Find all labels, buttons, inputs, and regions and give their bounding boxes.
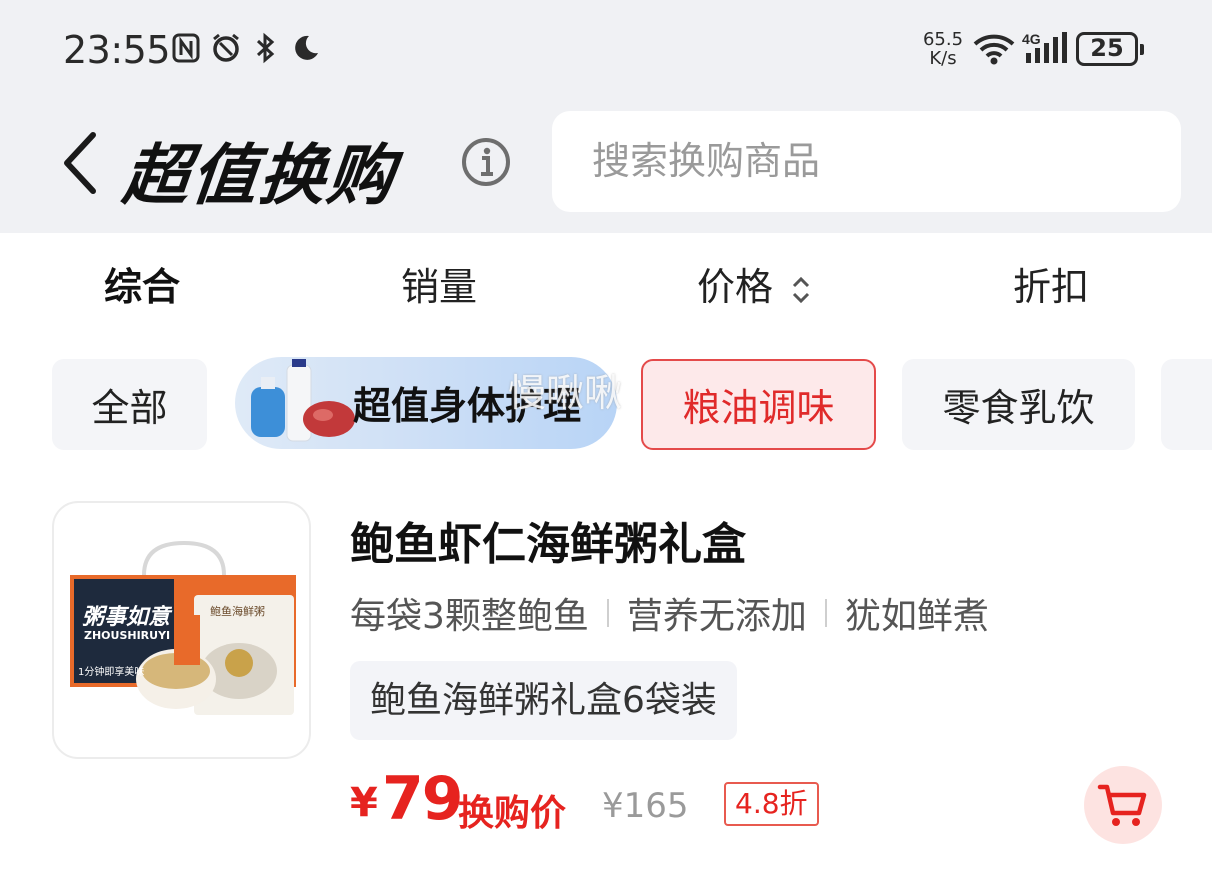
network-speed-unit: K/s xyxy=(929,48,957,69)
product-features: 每袋3颗整鲍鱼 营养无添加 犹如鲜煮 xyxy=(350,587,989,639)
watermark-text: 慢啾啾 xyxy=(508,371,623,415)
page-title: 超值换购 xyxy=(119,137,400,214)
search-box[interactable] xyxy=(552,111,1181,212)
sort-bar: 综合 销量 价格 折扣 xyxy=(0,240,1212,325)
product-feature: 犹如鲜煮 xyxy=(844,596,989,637)
sort-tab-sales[interactable]: 销量 xyxy=(401,256,477,311)
exchange-price-label: 换购价 xyxy=(458,793,567,834)
status-icons-left xyxy=(170,32,322,64)
search-input[interactable] xyxy=(592,137,1152,185)
alarm-off-icon xyxy=(210,32,242,64)
category-chip-grain-oil[interactable]: 粮油调味 xyxy=(641,359,876,450)
do-not-disturb-moon-icon xyxy=(290,32,322,64)
wifi-icon xyxy=(972,32,1016,70)
network-speed: 65.5 K/s xyxy=(920,30,966,68)
product-image[interactable]: 粥事如意 ZHOUSHIRUYI 1分钟即享美味 鲍鱼海鲜粥 xyxy=(52,501,311,759)
discount-badge: 4.8折 xyxy=(724,782,819,826)
network-speed-value: 65.5 xyxy=(922,29,964,50)
network-type-label: 4G xyxy=(1022,31,1041,47)
info-icon[interactable] xyxy=(460,136,512,188)
sort-tab-price-label: 价格 xyxy=(697,265,774,309)
battery-indicator: 25 xyxy=(1076,32,1144,66)
product-title[interactable]: 鲍鱼虾仁海鲜粥礼盒 xyxy=(350,508,746,572)
back-button[interactable] xyxy=(56,128,106,198)
cellular-signal-icon: 4G xyxy=(1022,31,1070,69)
price-currency-symbol: ¥ xyxy=(350,780,378,826)
sort-toggle-icon xyxy=(793,276,810,303)
body-care-products-image xyxy=(251,359,355,442)
feature-divider xyxy=(824,599,827,627)
nfc-icon xyxy=(170,32,202,64)
category-chip-snacks[interactable]: 零食乳饮 xyxy=(902,359,1135,450)
chevron-left-icon xyxy=(64,132,96,194)
product-spec-tag: 鲍鱼海鲜粥礼盒6袋装 xyxy=(350,661,737,740)
add-to-cart-button[interactable] xyxy=(1084,766,1162,844)
feature-divider xyxy=(606,599,609,627)
status-bar: 23:55 65.5 K/s 4G 25 xyxy=(0,0,1212,100)
status-time: 23:55 xyxy=(63,28,171,72)
product-feature: 营养无添加 xyxy=(626,596,807,637)
bluetooth-icon xyxy=(250,32,282,64)
sort-tab-comprehensive[interactable]: 综合 xyxy=(104,256,180,311)
exchange-price: 79 xyxy=(382,764,463,834)
cart-icon xyxy=(1097,784,1147,826)
product-box-brand-pinyin: ZHOUSHIRUYI xyxy=(84,629,171,642)
product-box-slogan: 1分钟即享美味 xyxy=(78,667,145,678)
category-chip-next-partial[interactable] xyxy=(1161,359,1212,450)
product-box-brand: 粥事如意 xyxy=(82,605,171,630)
original-price: ¥165 xyxy=(602,786,689,826)
product-feature: 每袋3颗整鲍鱼 xyxy=(350,596,589,637)
sort-tab-discount[interactable]: 折扣 xyxy=(1013,256,1089,311)
sort-tab-price[interactable]: 价格 xyxy=(697,256,811,311)
category-chip-all[interactable]: 全部 xyxy=(52,359,207,450)
product-pouch-label: 鲍鱼海鲜粥 xyxy=(210,605,265,618)
